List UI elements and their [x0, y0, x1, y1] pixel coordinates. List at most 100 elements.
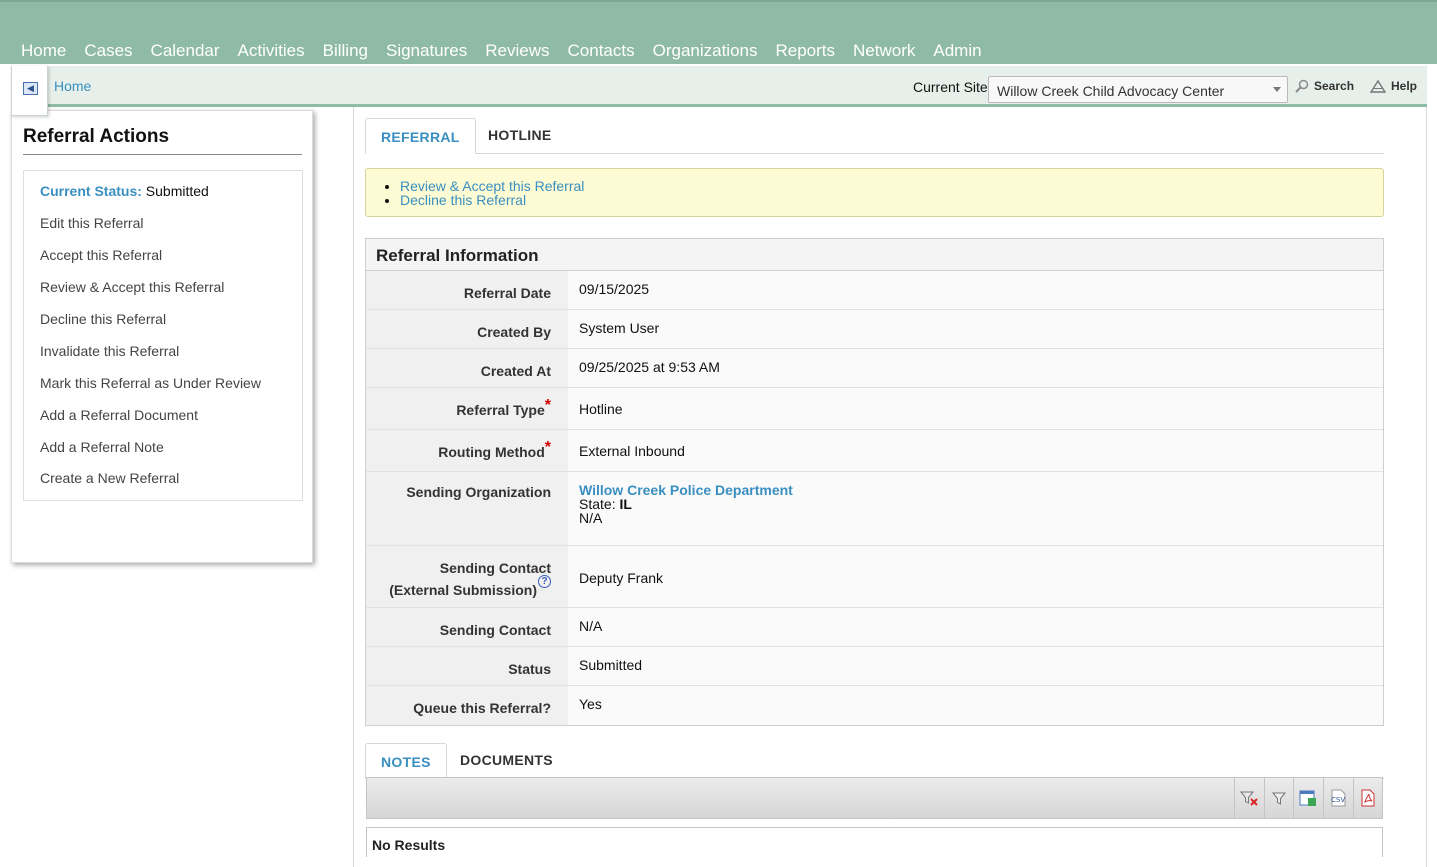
nav-billing[interactable]: Billing	[314, 41, 377, 61]
state-value: IL	[619, 496, 632, 512]
row-status: Status Submitted	[366, 647, 1383, 686]
row-created-at: Created At 09/25/2025 at 9:53 AM	[366, 349, 1383, 388]
help-question-icon[interactable]: ?	[538, 575, 551, 588]
routing-method-label-cell: Routing Method*	[366, 430, 568, 471]
referral-actions-panel: Referral Actions Current Status: Submitt…	[11, 110, 313, 563]
tab-divider	[365, 153, 1384, 154]
created-at-label: Created At	[366, 349, 568, 387]
routing-method-value: External Inbound	[568, 430, 1383, 471]
current-site-value: Willow Creek Child Advocacy Center	[997, 83, 1225, 99]
tab-hotline[interactable]: HOTLINE	[473, 117, 567, 153]
nav-admin[interactable]: Admin	[924, 41, 990, 61]
referral-type-label-cell: Referral Type*	[366, 388, 568, 429]
help-icon	[1370, 79, 1386, 93]
sending-organization-state: State: IL	[579, 497, 1372, 511]
routing-method-label: Routing Method	[438, 444, 545, 460]
required-asterisk: *	[544, 439, 551, 456]
referral-type-value: Hotline	[568, 388, 1383, 429]
clear-filters-button[interactable]	[1234, 778, 1263, 818]
nav-activities[interactable]: Activities	[229, 41, 314, 61]
referral-type-label: Referral Type	[456, 402, 545, 418]
row-referral-date: Referral Date 09/15/2025	[366, 271, 1383, 310]
notes-grid: No Results	[366, 827, 1383, 857]
action-edit-referral[interactable]: Edit this Referral	[40, 215, 143, 231]
help-button[interactable]: Help	[1370, 79, 1417, 93]
current-status-label: Current Status:	[40, 183, 142, 199]
row-sending-contact-external: Sending Contact (External Submission)? D…	[366, 546, 1383, 608]
search-icon	[1295, 79, 1309, 93]
export-pdf-button[interactable]	[1353, 778, 1382, 818]
row-routing-method: Routing Method* External Inbound	[366, 430, 1383, 472]
action-mark-under-review[interactable]: Mark this Referral as Under Review	[40, 375, 261, 391]
csv-icon-text: CSV	[1331, 796, 1345, 804]
export-csv-button[interactable]: CSV	[1323, 778, 1352, 818]
queue-referral-label: Queue this Referral?	[366, 686, 568, 725]
tab-documents[interactable]: DOCUMENTS	[445, 742, 568, 778]
sending-organization-link[interactable]: Willow Creek Police Department	[579, 483, 1372, 497]
pdf-icon	[1361, 789, 1375, 807]
notice-review-accept-link[interactable]: Review & Accept this Referral	[400, 179, 1383, 193]
action-create-referral[interactable]: Create a New Referral	[40, 470, 179, 486]
nav-network[interactable]: Network	[844, 41, 924, 61]
sending-contact-external-label-cell: Sending Contact (External Submission)?	[366, 546, 568, 607]
created-by-label: Created By	[366, 310, 568, 348]
nav-organizations[interactable]: Organizations	[644, 41, 767, 61]
sending-contact-external-label-line1: Sending Contact	[439, 560, 551, 576]
action-add-note[interactable]: Add a Referral Note	[40, 439, 164, 455]
nav-signatures[interactable]: Signatures	[377, 41, 476, 61]
main-nav: Home Cases Calendar Activities Billing S…	[12, 41, 991, 61]
current-site-label: Current Site	[913, 79, 988, 95]
grid-toolbar: CSV	[366, 777, 1383, 819]
panel-title: Referral Actions	[23, 126, 302, 155]
filter-icon	[1272, 792, 1286, 805]
help-label: Help	[1391, 79, 1418, 93]
clear-filter-icon	[1240, 791, 1258, 806]
sending-contact-external-label-line2: (External Submission)?	[366, 575, 551, 601]
action-decline-referral[interactable]: Decline this Referral	[40, 311, 166, 327]
nav-home[interactable]: Home	[12, 41, 75, 61]
current-status-value: Submitted	[145, 183, 209, 199]
nav-calendar[interactable]: Calendar	[142, 41, 229, 61]
nav-cases[interactable]: Cases	[75, 41, 141, 61]
row-referral-type: Referral Type* Hotline	[366, 388, 1383, 430]
nav-reviews[interactable]: Reviews	[476, 41, 558, 61]
search-label: Search	[1314, 79, 1355, 93]
sending-contact-label: Sending Contact	[366, 608, 568, 646]
panel-toggle-icon: ◀	[23, 82, 38, 95]
status-value: Submitted	[568, 647, 1383, 685]
row-sending-organization: Sending Organization Willow Creek Police…	[366, 472, 1383, 546]
sidebar-toggle-button[interactable]: ◀	[11, 66, 48, 116]
action-add-document[interactable]: Add a Referral Document	[40, 407, 198, 423]
tab-referral[interactable]: REFERRAL	[365, 118, 476, 154]
sending-contact-external-value: Deputy Frank	[568, 546, 1383, 607]
empty-results-text: No Results	[372, 837, 446, 853]
action-accept-referral[interactable]: Accept this Referral	[40, 247, 162, 263]
spreadsheet-icon	[1299, 790, 1316, 806]
referral-information-panel: Referral Information Referral Date 09/15…	[365, 238, 1384, 726]
action-review-accept-referral[interactable]: Review & Accept this Referral	[40, 279, 224, 295]
sending-organization-extra: N/A	[579, 510, 603, 526]
sending-contact-external-label-text: (External Submission)	[389, 582, 537, 598]
action-invalidate-referral[interactable]: Invalidate this Referral	[40, 343, 179, 359]
current-site-select[interactable]: Willow Creek Child Advocacy Center	[988, 76, 1288, 103]
referral-information-title: Referral Information	[366, 239, 1383, 271]
created-at-value: 09/25/2025 at 9:53 AM	[568, 349, 1383, 387]
created-by-value: System User	[568, 310, 1383, 348]
nav-reports[interactable]: Reports	[767, 41, 845, 61]
csv-icon: CSV	[1331, 789, 1346, 807]
breadcrumb-home[interactable]: Home	[54, 78, 91, 94]
search-button[interactable]: Search	[1295, 79, 1354, 93]
top-nav-bar: Home Cases Calendar Activities Billing S…	[0, 0, 1437, 64]
nav-contacts[interactable]: Contacts	[559, 41, 644, 61]
sending-organization-label: Sending Organization	[366, 472, 568, 545]
export-excel-button[interactable]	[1293, 778, 1322, 818]
status-label: Status	[366, 647, 568, 685]
current-status: Current Status: Submitted	[40, 183, 209, 199]
chevron-down-icon	[1273, 87, 1281, 92]
notice-decline-link[interactable]: Decline this Referral	[400, 193, 1383, 207]
filter-button[interactable]	[1264, 778, 1293, 818]
referral-date-label: Referral Date	[366, 271, 568, 309]
row-queue-referral: Queue this Referral? Yes	[366, 686, 1383, 725]
required-asterisk: *	[544, 397, 551, 414]
tab-notes[interactable]: NOTES	[365, 743, 447, 779]
